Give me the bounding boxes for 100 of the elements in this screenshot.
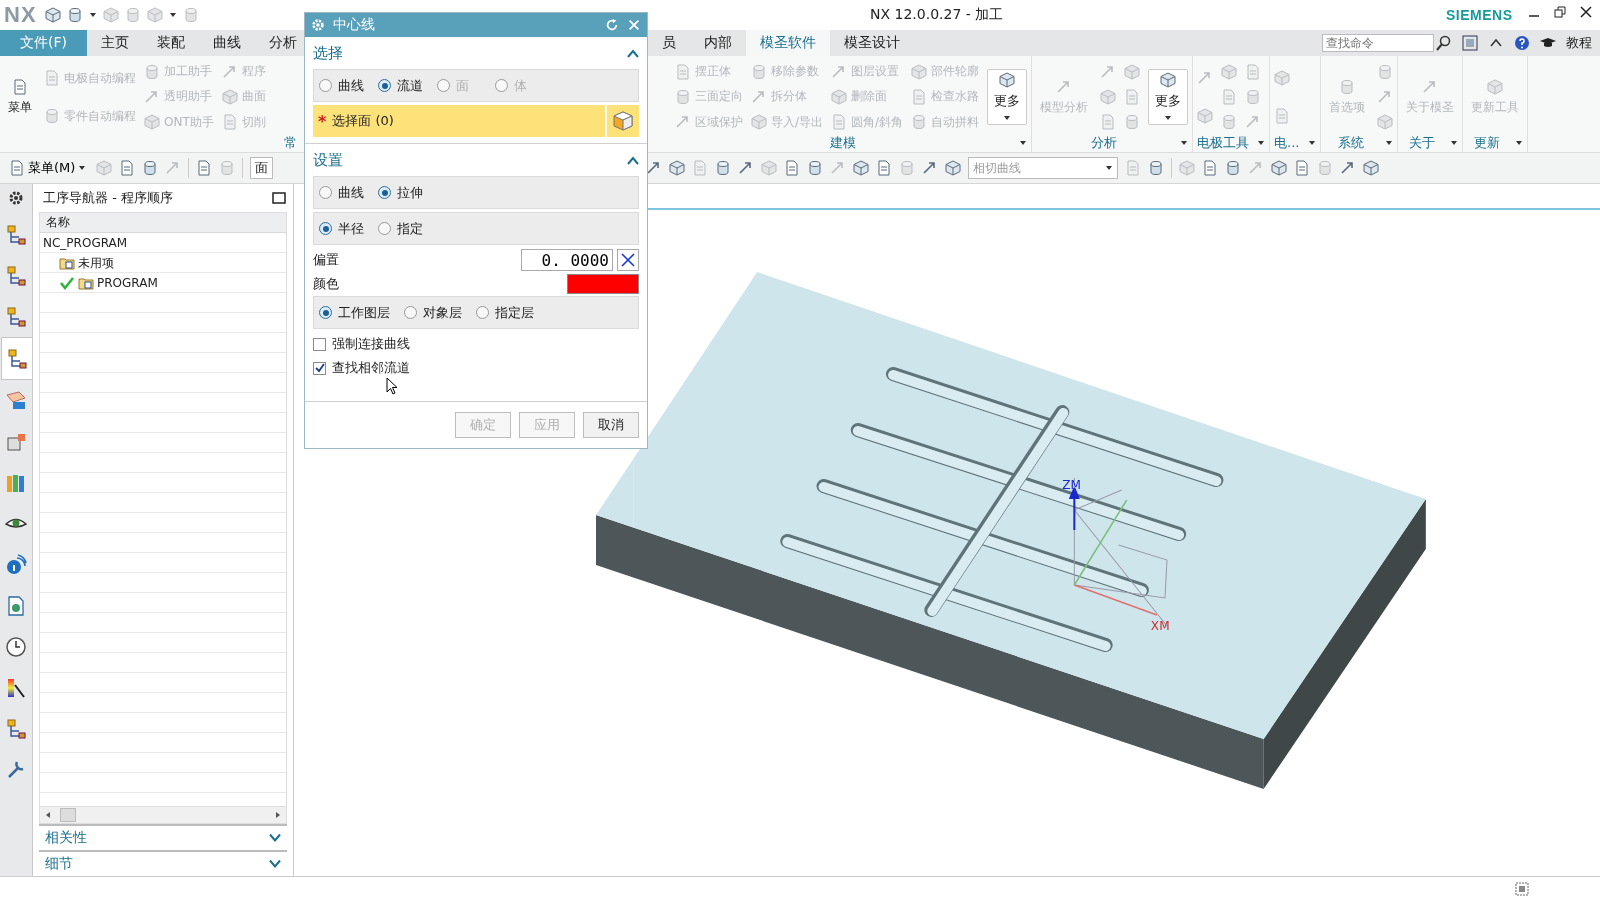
caret-icon[interactable] — [88, 11, 97, 19]
document-icon[interactable] — [12, 78, 28, 95]
caret-icon[interactable] — [1164, 114, 1173, 122]
caret-icon[interactable] — [78, 164, 87, 172]
tree-item[interactable]: NC_PROGRAM — [43, 236, 128, 250]
section-header[interactable]: 相关性 — [45, 829, 87, 847]
ribbon-tab[interactable]: 文件(F) — [0, 30, 87, 56]
ribbon-tab[interactable]: 主页 — [87, 30, 143, 56]
document-icon[interactable] — [876, 160, 893, 176]
document-icon[interactable] — [9, 160, 25, 176]
cylinder-icon[interactable] — [1225, 160, 1242, 176]
color-swatch[interactable] — [567, 274, 639, 294]
hierarchy-icon[interactable] — [5, 717, 27, 740]
section-header[interactable]: 选择 — [313, 43, 343, 63]
cylinder-icon[interactable] — [142, 160, 159, 176]
caret-icon[interactable] — [1514, 139, 1523, 147]
radio-button[interactable]: 工作图层 — [319, 303, 390, 322]
ribbon-button[interactable]: 菜单 — [4, 76, 36, 118]
close-icon[interactable] — [1580, 6, 1592, 18]
scroll-thumb[interactable] — [60, 808, 76, 822]
radio-button[interactable]: 指定层 — [476, 303, 534, 322]
info-icon[interactable] — [5, 553, 27, 576]
hierarchy-icon[interactable] — [5, 264, 27, 287]
dialog-button[interactable]: 取消 — [583, 412, 639, 438]
filter-field[interactable]: 面 — [250, 157, 274, 179]
ribbon-tab[interactable]: 曲线 — [199, 30, 255, 56]
clock-icon[interactable] — [5, 635, 27, 658]
gradient-icon[interactable] — [5, 676, 27, 699]
status-icon[interactable] — [1514, 881, 1530, 897]
caret-icon[interactable] — [1384, 139, 1393, 147]
cylinder-icon[interactable] — [715, 160, 732, 176]
tree-item[interactable]: 未用项 — [78, 254, 114, 272]
tutorial-link[interactable]: 教程 — [1566, 34, 1592, 52]
caret-icon[interactable] — [1105, 164, 1114, 172]
ribbon-tab[interactable]: 装配 — [143, 30, 199, 56]
scroll-right-icon[interactable] — [274, 811, 282, 819]
ribbon-tab[interactable]: 员 — [648, 30, 690, 56]
restore-icon[interactable] — [1554, 6, 1566, 18]
grid-icon[interactable] — [5, 389, 27, 412]
more-button[interactable]: 更多 — [1148, 69, 1189, 125]
caret-icon[interactable] — [1019, 139, 1028, 147]
cylinder-icon[interactable] — [1148, 160, 1165, 176]
ribbon-tab[interactable]: 内部 — [690, 30, 746, 56]
horizontal-scrollbar[interactable] — [40, 806, 286, 823]
menu-button[interactable]: 菜单(M) — [6, 158, 90, 178]
document-icon[interactable] — [5, 594, 27, 617]
radio-button[interactable]: 曲线 — [319, 76, 364, 95]
collapse-icon[interactable] — [627, 155, 639, 165]
select-face-row[interactable]: * 选择面 (0) — [313, 105, 605, 137]
maximize-icon[interactable] — [271, 190, 287, 206]
cube-icon[interactable] — [853, 160, 870, 176]
hierarchy-icon[interactable] — [5, 305, 27, 328]
hierarchy-icon[interactable] — [5, 223, 27, 246]
collapse-icon[interactable] — [269, 859, 281, 869]
document-icon[interactable] — [119, 160, 136, 176]
collapse-icon[interactable] — [627, 48, 639, 58]
caret-icon[interactable] — [1449, 139, 1458, 147]
section-header[interactable]: 设置 — [313, 150, 343, 170]
radio-button[interactable]: 曲线 — [319, 183, 364, 202]
column-header[interactable]: 名称 — [40, 213, 286, 233]
cube-icon[interactable] — [146, 7, 163, 23]
caret-icon[interactable] — [168, 11, 177, 19]
radio-button[interactable]: 指定 — [378, 219, 423, 238]
radio-button[interactable]: 半径 — [319, 219, 364, 238]
cylinder-icon[interactable] — [807, 160, 824, 176]
collapse-icon[interactable] — [269, 833, 281, 843]
tree-item[interactable]: PROGRAM — [97, 276, 158, 290]
checkbox[interactable]: 强制连接曲线 — [313, 332, 639, 356]
reset-icon[interactable] — [605, 18, 619, 32]
radio-button[interactable]: 拉伸 — [378, 183, 423, 202]
cube-icon[interactable] — [1363, 160, 1380, 176]
cube-icon[interactable] — [945, 160, 962, 176]
search-field[interactable]: 查找命令 — [1322, 34, 1434, 52]
more-button[interactable]: 更多 — [987, 69, 1028, 125]
measure-button[interactable] — [617, 249, 639, 271]
document-icon[interactable] — [1202, 160, 1219, 176]
cylinder-icon[interactable] — [66, 7, 83, 23]
radio-button[interactable]: 对象层 — [404, 303, 462, 322]
scroll-left-icon[interactable] — [44, 811, 52, 819]
caret-icon[interactable] — [1307, 139, 1316, 147]
radio-button[interactable]: 流道 — [378, 76, 423, 95]
ribbon-tab[interactable]: 模圣软件 — [746, 30, 830, 56]
caret-icon[interactable] — [1003, 114, 1012, 122]
caret-icon[interactable] — [1180, 139, 1189, 147]
section-header[interactable]: 细节 — [45, 855, 73, 873]
settings-icon[interactable] — [8, 190, 24, 206]
help-icon[interactable] — [1514, 35, 1530, 51]
cube-icon[interactable] — [669, 160, 686, 176]
ribbon-tab[interactable]: 模圣设计 — [830, 30, 914, 56]
offset-field[interactable]: 0. 0000 — [521, 249, 613, 271]
document-icon[interactable] — [1294, 160, 1311, 176]
cube-icon[interactable] — [102, 7, 119, 23]
fullscreen-icon[interactable] — [1462, 35, 1478, 51]
cube-icon[interactable] — [1271, 160, 1288, 176]
cube-icon[interactable] — [44, 7, 61, 23]
navigator-tab[interactable] — [0, 337, 32, 380]
hierarchy-icon[interactable] — [5, 347, 28, 370]
cube-icon[interactable] — [1160, 72, 1177, 88]
face-select-button[interactable] — [607, 105, 639, 137]
caret-icon[interactable] — [1257, 139, 1266, 147]
